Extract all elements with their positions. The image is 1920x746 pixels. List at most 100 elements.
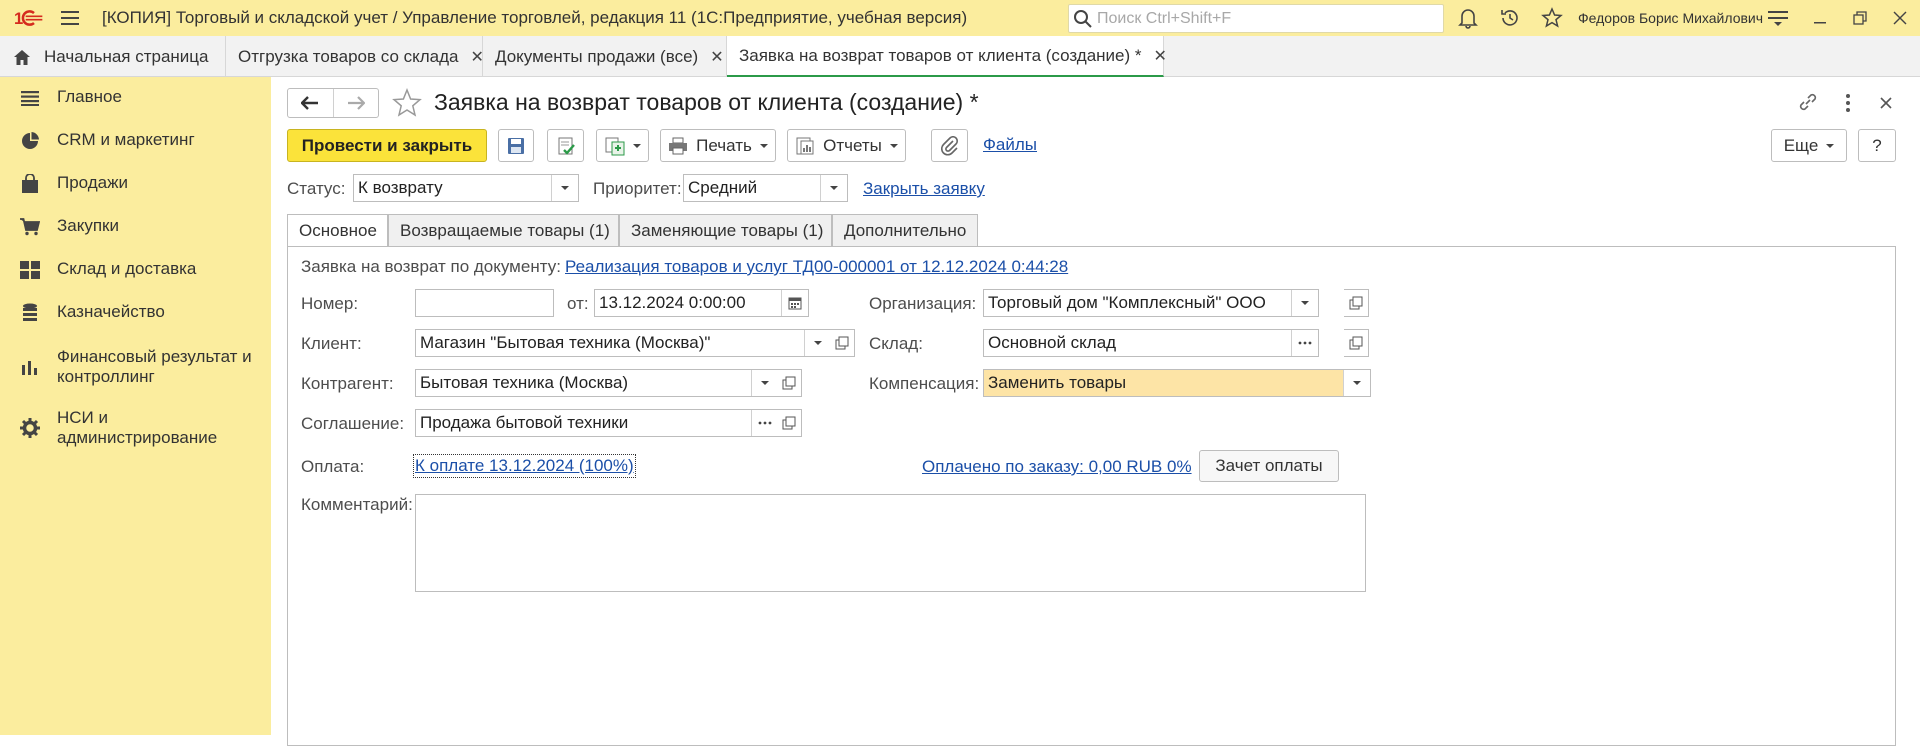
more-button[interactable]: Еще	[1771, 129, 1847, 162]
calendar-icon[interactable]	[781, 290, 808, 316]
tab-additional[interactable]: Дополнительно	[832, 214, 978, 247]
warehouse-select[interactable]: Основной склад	[983, 329, 1319, 357]
bell-icon[interactable]	[1454, 4, 1482, 32]
sidebar-item-admin[interactable]: НСИ и администрирование	[0, 408, 271, 452]
sidebar-item-finance[interactable]: Финансовый результат и контроллинг	[0, 347, 271, 391]
search-placeholder: Поиск Ctrl+Shift+F	[1097, 9, 1232, 27]
warehouse-label: Склад:	[869, 334, 923, 353]
post-button[interactable]	[547, 129, 584, 162]
close-window-icon[interactable]	[1886, 4, 1914, 32]
print-label: Печать	[696, 135, 752, 155]
more-vertical-icon[interactable]	[1836, 91, 1860, 115]
files-link[interactable]: Файлы	[983, 135, 1037, 155]
attach-files-button[interactable]	[931, 129, 968, 162]
compensation-label: Компенсация:	[869, 374, 980, 393]
dropdown-caret-icon	[632, 143, 641, 148]
help-button[interactable]: ?	[1858, 129, 1896, 162]
basis-label: Заявка на возврат по документу:	[301, 257, 561, 276]
minimize-icon[interactable]	[1806, 4, 1834, 32]
back-arrow-icon[interactable]	[288, 89, 333, 117]
restore-icon[interactable]	[1846, 4, 1874, 32]
tab-returned-goods[interactable]: Возвращаемые товары (1)	[388, 214, 619, 247]
list-icon	[19, 87, 41, 109]
printer-icon	[669, 137, 688, 154]
ellipsis-icon[interactable]	[1291, 330, 1318, 356]
home-icon	[14, 49, 30, 65]
user-name[interactable]: Федоров Борис Михайлович	[1578, 0, 1763, 36]
post-and-close-button[interactable]: Провести и закрыть	[287, 129, 487, 162]
basis-document-link[interactable]: Реализация товаров и услуг ТД00-000001 о…	[565, 257, 1068, 277]
priority-select[interactable]: Средний	[683, 174, 848, 202]
compensation-select[interactable]: Заменить товары	[983, 369, 1371, 397]
counterparty-select[interactable]: Бытовая техника (Москва)	[415, 369, 779, 397]
agreement-select[interactable]: Продажа бытовой техники	[415, 409, 779, 437]
chevron-down-icon[interactable]	[551, 175, 578, 201]
search-input[interactable]: Поиск Ctrl+Shift+F	[1068, 4, 1444, 33]
chevron-down-icon[interactable]	[820, 175, 847, 201]
sidebar-item-sales[interactable]: Продажи	[0, 173, 271, 197]
organization-value: Торговый дом "Комплексный" ООО	[988, 293, 1266, 312]
chevron-down-icon[interactable]	[1343, 370, 1370, 396]
paperclip-icon	[940, 135, 958, 155]
open-organization-icon[interactable]	[1344, 289, 1369, 317]
open-warehouse-icon[interactable]	[1344, 329, 1369, 357]
ellipsis-icon[interactable]	[751, 410, 778, 436]
tab-replacement-goods[interactable]: Заменяющие товары (1)	[619, 214, 832, 247]
agreement-label: Соглашение:	[301, 414, 405, 433]
history-icon[interactable]	[1496, 4, 1524, 32]
create-based-on-button[interactable]	[596, 129, 649, 162]
counterparty-value: Бытовая техника (Москва)	[420, 373, 629, 392]
tab-label: Документы продажи (все)	[495, 46, 699, 66]
tab-label: Заявка на возврат товаров от клиента (со…	[739, 45, 1142, 65]
date-input[interactable]: 13.12.2024 0:00:00	[594, 289, 809, 317]
warehouse-value: Основной склад	[988, 333, 1117, 352]
organization-select[interactable]: Торговый дом "Комплексный" ООО	[983, 289, 1319, 317]
status-value: К возврату	[358, 178, 443, 197]
open-client-icon[interactable]	[830, 329, 855, 357]
tab-home[interactable]: Начальная страница	[0, 36, 226, 77]
status-select[interactable]: К возврату	[353, 174, 579, 202]
close-form-icon[interactable]	[1874, 91, 1898, 115]
sidebar-item-crm[interactable]: CRM и маркетинг	[0, 130, 271, 154]
tab-return-request[interactable]: Заявка на возврат товаров от клиента (со…	[727, 36, 1167, 77]
link-icon[interactable]	[1797, 91, 1821, 115]
open-counterparty-icon[interactable]	[777, 369, 802, 397]
payment-schedule-link[interactable]: К оплате 13.12.2024 (100%)	[413, 454, 636, 478]
sidebar-item-purchases[interactable]: Закупки	[0, 216, 271, 240]
forward-arrow-icon[interactable]	[332, 89, 378, 117]
save-button[interactable]	[498, 129, 534, 162]
organization-label: Организация:	[869, 294, 977, 313]
sidebar-item-main[interactable]: Главное	[0, 87, 271, 111]
sidebar-item-warehouse[interactable]: Склад и доставка	[0, 259, 271, 283]
agreement-value: Продажа бытовой техники	[420, 413, 629, 432]
favorites-star-icon[interactable]	[1538, 4, 1566, 32]
close-request-link[interactable]: Закрыть заявку	[863, 179, 985, 199]
chevron-down-icon[interactable]	[751, 370, 778, 396]
compensation-value: Заменить товары	[988, 373, 1127, 392]
payment-offset-button[interactable]: Зачет оплаты	[1199, 450, 1339, 482]
comment-textarea[interactable]	[415, 494, 1366, 592]
close-tab-icon[interactable]: ✕	[1154, 46, 1167, 66]
title-bar: 1 [КОПИЯ] Торговый и складской учет / Уп…	[0, 0, 1920, 36]
open-agreement-icon[interactable]	[777, 409, 802, 437]
tab-main[interactable]: Основное	[287, 214, 388, 247]
close-tab-icon[interactable]: ✕	[710, 47, 723, 67]
favorite-star-icon[interactable]	[392, 87, 422, 118]
settings-menu-icon[interactable]	[1764, 4, 1792, 32]
sections-panel: Главное CRM и маркетинг Продажи Закупки …	[0, 77, 271, 735]
dropdown-caret-icon	[759, 143, 768, 148]
chevron-down-icon[interactable]	[1291, 290, 1318, 316]
main-menu-icon[interactable]	[52, 0, 88, 36]
reports-button[interactable]: Отчеты	[787, 129, 906, 162]
chevron-down-icon[interactable]	[804, 330, 831, 356]
print-button[interactable]: Печать	[660, 129, 776, 162]
date-label: от:	[567, 294, 589, 313]
close-tab-icon[interactable]: ✕	[471, 47, 484, 67]
tab-sales-documents[interactable]: Документы продажи (все) ✕	[483, 36, 727, 77]
sidebar-item-treasury[interactable]: Казначейство	[0, 302, 271, 326]
client-select[interactable]: Магазин "Бытовая техника (Москва)"	[415, 329, 832, 357]
paid-by-order-link[interactable]: Оплачено по заказу: 0,00 RUB 0%	[922, 457, 1192, 477]
number-input[interactable]	[415, 289, 554, 317]
1c-logo[interactable]: 1	[0, 0, 44, 36]
tab-shipment[interactable]: Отгрузка товаров со склада ✕	[226, 36, 484, 77]
